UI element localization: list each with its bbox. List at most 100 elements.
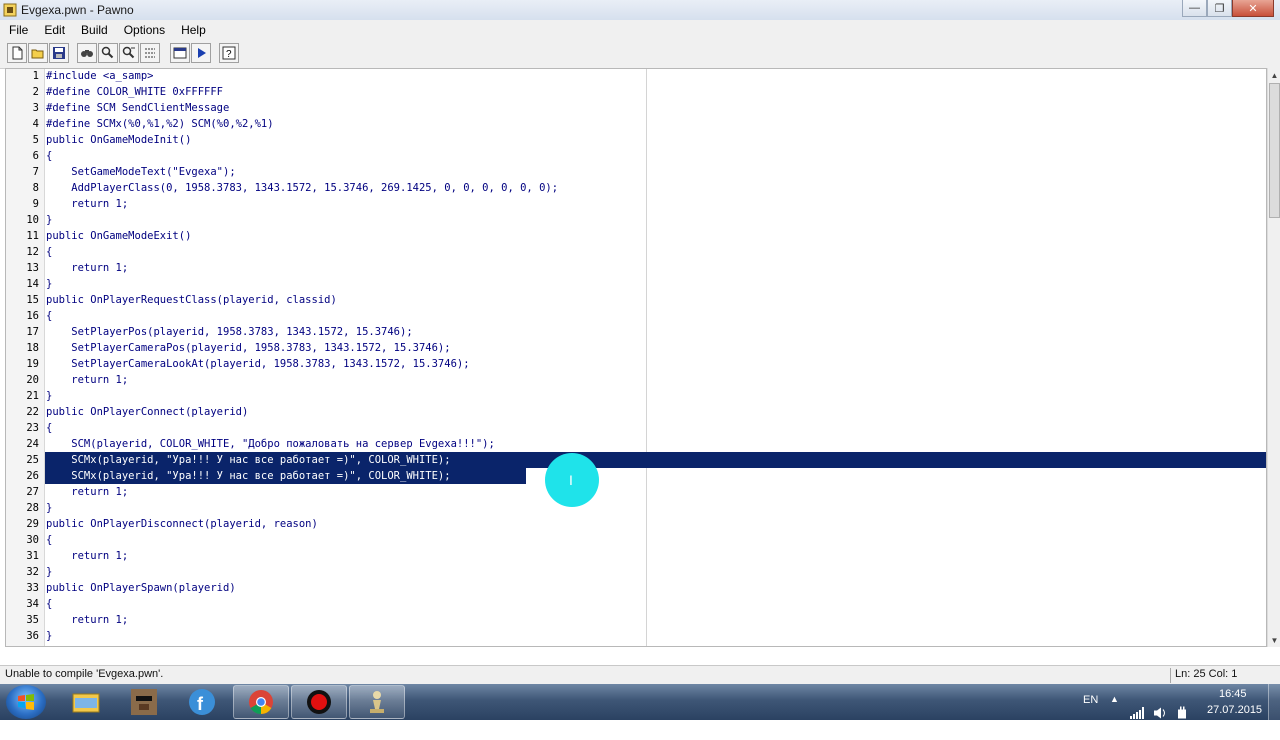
menu-file[interactable]: File <box>0 23 35 37</box>
code-editor[interactable]: 1 #include <a_samp> 2 #define COLOR_WHITE 0… <box>5 68 1267 647</box>
menu-options[interactable]: Options <box>115 23 172 37</box>
code-line[interactable]: 15 public OnPlayerRequestClass(playerid, … <box>6 292 1266 308</box>
code-line[interactable]: 6{ <box>6 148 1266 164</box>
line-number: 36 <box>26 630 39 642</box>
code-line[interactable]: 32} <box>6 564 1266 580</box>
tray-expand-icon[interactable]: ▲ <box>1110 694 1119 730</box>
svg-text:?: ? <box>226 49 232 60</box>
code-text: return 1; <box>46 374 129 386</box>
taskbar-recorder[interactable] <box>291 685 347 719</box>
line-number: 26 <box>26 470 39 482</box>
code-line[interactable]: 16 { <box>6 308 1266 324</box>
code-text: { <box>46 422 53 434</box>
taskbar: f EN ▲ 16:45 27.07.2015 <box>0 684 1280 720</box>
code-text: AddPlayerClass(0, 1958.3783, 1343.1572, … <box>46 182 559 194</box>
code-line[interactable]: 20 return 1; <box>6 372 1266 388</box>
code-line[interactable]: 10} <box>6 212 1266 228</box>
code-line[interactable]: 7 SetGameModeText("Evgexa"); <box>6 164 1266 180</box>
code-line[interactable]: 23 { <box>6 420 1266 436</box>
clock-date[interactable]: 27.07.2015 <box>1207 704 1262 740</box>
open-file-button[interactable] <box>28 43 48 63</box>
code-text: public OnPlayerRequestClass(playerid, cl… <box>46 294 337 306</box>
taskbar-game[interactable] <box>116 685 172 719</box>
menu-build[interactable]: Build <box>72 23 115 37</box>
menu-help[interactable]: Help <box>172 23 213 37</box>
taskbar-chrome[interactable] <box>233 685 289 719</box>
save-button[interactable] <box>49 43 69 63</box>
restore-icon: ❐ <box>1214 2 1225 15</box>
code-line[interactable]: 3 #define SCM SendClientMessage <box>6 100 1266 116</box>
code-text: } <box>46 566 53 578</box>
line-number: 28 <box>26 502 39 514</box>
code-line[interactable]: 21} <box>6 388 1266 404</box>
code-line[interactable]: 26 SCMx(playerid, "Ура!!! У нас все рабо… <box>6 468 1266 484</box>
line-number: 19 <box>26 358 39 370</box>
explorer-icon <box>72 693 100 713</box>
code-line[interactable]: 28} <box>6 500 1266 516</box>
replace-button[interactable] <box>119 43 139 63</box>
code-line[interactable]: 9 return 1; <box>6 196 1266 212</box>
show-desktop-button[interactable] <box>1268 684 1280 720</box>
code-line[interactable]: 36} <box>6 628 1266 644</box>
code-line[interactable]: 1 #include <a_samp> <box>6 69 1266 84</box>
line-number: 7 <box>32 166 39 178</box>
code-text: public OnGameModeExit() <box>46 230 192 242</box>
code-text: return 1; <box>46 614 129 626</box>
code-text: SetPlayerCameraPos(playerid, 1958.3783, … <box>46 342 451 354</box>
menu-bar: File Edit Build Options Help <box>0 20 1280 39</box>
taskbar-facebook[interactable]: f <box>174 685 230 719</box>
code-text: SetPlayerPos(playerid, 1958.3783, 1343.1… <box>46 326 413 338</box>
code-line[interactable]: 11 public OnGameModeExit() <box>6 228 1266 244</box>
goto-line-button[interactable] <box>140 43 160 63</box>
line-number: 1 <box>32 70 39 82</box>
line-number: 33 <box>26 582 39 594</box>
network-signal-icon[interactable] <box>1130 695 1144 731</box>
find-button[interactable] <box>77 43 97 63</box>
function-list-button[interactable] <box>170 43 190 63</box>
help-button[interactable]: ? <box>219 43 239 63</box>
code-line[interactable]: 34 { <box>6 596 1266 612</box>
taskbar-pawno[interactable] <box>349 685 405 719</box>
code-line[interactable]: 8 AddPlayerClass(0, 1958.3783, 1343.1572… <box>6 180 1266 196</box>
scroll-up-icon[interactable]: ▲ <box>1268 68 1280 82</box>
scroll-down-icon[interactable]: ▼ <box>1268 633 1280 647</box>
code-line[interactable]: 19 SetPlayerCameraLookAt(playerid, 1958.… <box>6 356 1266 372</box>
code-line[interactable]: 31 return 1; <box>6 548 1266 564</box>
code-line[interactable]: 2 #define COLOR_WHITE 0xFFFFFF <box>6 84 1266 100</box>
code-line[interactable]: 25 SCMx(playerid, "Ура!!! У нас все рабо… <box>6 452 1266 468</box>
code-text: return 1; <box>46 198 129 210</box>
line-number: 24 <box>26 438 39 450</box>
code-line[interactable]: 29 public OnPlayerDisconnect(playerid, re… <box>6 516 1266 532</box>
code-line[interactable]: 27 return 1; <box>6 484 1266 500</box>
code-line[interactable]: 12 { <box>6 244 1266 260</box>
compile-run-button[interactable] <box>191 43 211 63</box>
find-next-button[interactable] <box>98 43 118 63</box>
code-line[interactable]: 24 SCM(playerid, COLOR_WHITE, "Добро пож… <box>6 436 1266 452</box>
text-cursor-icon: I <box>569 472 573 488</box>
scroll-thumb[interactable] <box>1269 83 1280 218</box>
line-number: 5 <box>32 134 39 146</box>
code-line[interactable]: 14} <box>6 276 1266 292</box>
vertical-scrollbar[interactable]: ▲ ▼ <box>1267 68 1280 647</box>
language-indicator[interactable]: EN <box>1083 694 1098 730</box>
start-button[interactable] <box>6 685 46 719</box>
volume-icon[interactable] <box>1154 695 1166 731</box>
code-line[interactable]: 22 public OnPlayerConnect(playerid) <box>6 404 1266 420</box>
code-line[interactable]: 33 public OnPlayerSpawn(playerid) <box>6 580 1266 596</box>
facebook-icon: f <box>189 689 215 715</box>
code-line[interactable]: 4 #define SCMx(%0,%1,%2) SCM(%0,%2,%1) <box>6 116 1266 132</box>
close-button[interactable]: ✕ <box>1232 0 1274 17</box>
code-line[interactable]: 13 return 1; <box>6 260 1266 276</box>
code-line[interactable]: 18 SetPlayerCameraPos(playerid, 1958.378… <box>6 340 1266 356</box>
power-icon[interactable] <box>1176 695 1188 731</box>
chrome-icon <box>249 690 273 714</box>
new-file-button[interactable] <box>7 43 27 63</box>
code-line[interactable]: 17 SetPlayerPos(playerid, 1958.3783, 134… <box>6 324 1266 340</box>
menu-edit[interactable]: Edit <box>35 23 72 37</box>
taskbar-explorer[interactable] <box>58 685 114 719</box>
code-line[interactable]: 30 { <box>6 532 1266 548</box>
restore-button[interactable]: ❐ <box>1207 0 1232 17</box>
minimize-button[interactable]: — <box>1182 0 1207 17</box>
code-line[interactable]: 5 public OnGameModeInit() <box>6 132 1266 148</box>
code-line[interactable]: 35 return 1; <box>6 612 1266 628</box>
